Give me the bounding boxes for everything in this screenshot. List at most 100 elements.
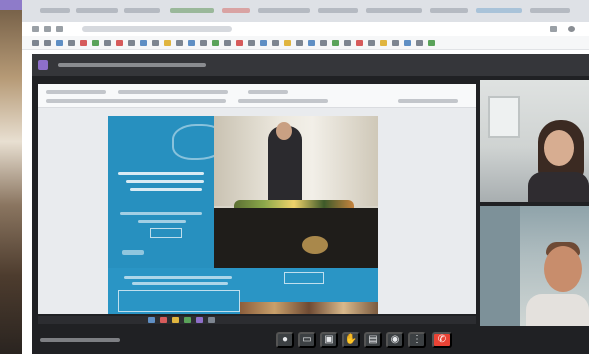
- bookmark-icon[interactable]: [404, 40, 411, 46]
- bookmark-icon[interactable]: [320, 40, 327, 46]
- bookmark-icon[interactable]: [428, 40, 435, 46]
- slide-footer-button: [284, 272, 324, 284]
- bookmark-icon[interactable]: [140, 40, 147, 46]
- video-table: [214, 208, 378, 268]
- call-controls-bar: ● ▭ ▣ ✋ ▤ ◉ ⋮ ✆: [32, 326, 589, 354]
- bookmark-icon[interactable]: [224, 40, 231, 46]
- shared-screen[interactable]: [38, 84, 476, 314]
- taskbar-app-icon: [160, 317, 167, 323]
- bookmark-icon[interactable]: [416, 40, 423, 46]
- reload-icon[interactable]: [56, 26, 63, 32]
- call-titlebar: [32, 54, 589, 76]
- bookmark-icon[interactable]: [164, 40, 171, 46]
- bookmark-icon[interactable]: [248, 40, 255, 46]
- forward-icon[interactable]: [44, 26, 51, 32]
- bookmark-icon[interactable]: [212, 40, 219, 46]
- bookmark-icon[interactable]: [128, 40, 135, 46]
- back-icon[interactable]: [32, 26, 39, 32]
- bookmark-icon[interactable]: [380, 40, 387, 46]
- people-button[interactable]: ◉: [386, 332, 404, 348]
- taskbar-app-icon: [208, 317, 215, 323]
- address-bar-row: [22, 22, 589, 36]
- bookmark-icon[interactable]: [344, 40, 351, 46]
- bookmark-icon[interactable]: [116, 40, 123, 46]
- slide-footer-line: [124, 276, 232, 279]
- raise-hand-button[interactable]: ✋: [342, 332, 360, 348]
- participant-tile[interactable]: [480, 80, 589, 202]
- browser-tab[interactable]: [430, 8, 468, 13]
- end-call-button[interactable]: ✆: [432, 332, 452, 348]
- bookmark-icon[interactable]: [356, 40, 363, 46]
- browser-tab[interactable]: [124, 8, 160, 13]
- participant-face: [544, 246, 582, 292]
- people-icon: ◉: [390, 334, 400, 345]
- browser-tab[interactable]: [366, 8, 422, 13]
- bookmark-icon[interactable]: [260, 40, 267, 46]
- participant-body: [526, 294, 589, 326]
- browser-tab[interactable]: [476, 8, 522, 13]
- bookmark-icon[interactable]: [188, 40, 195, 46]
- bookmark-icon[interactable]: [176, 40, 183, 46]
- browser-tab[interactable]: [222, 8, 250, 13]
- slide-heading-line: [130, 188, 202, 191]
- toolbar-placeholder: [46, 90, 106, 94]
- browser-tab[interactable]: [76, 8, 118, 13]
- participant-body: [528, 172, 589, 202]
- browser-tab[interactable]: [530, 8, 570, 13]
- slide-video-frame: [214, 116, 378, 268]
- bookmark-icon[interactable]: [284, 40, 291, 46]
- call-window-title: [58, 63, 206, 67]
- bookmark-icon[interactable]: [152, 40, 159, 46]
- browser-tab[interactable]: [170, 8, 214, 13]
- chat-button[interactable]: ▤: [364, 332, 382, 348]
- chat-icon: ▤: [368, 334, 378, 345]
- browser-tab[interactable]: [40, 8, 70, 13]
- taskbar-app-icon: [184, 317, 191, 323]
- more-icon: ⋮: [412, 334, 422, 345]
- bookmark-icon[interactable]: [368, 40, 375, 46]
- bookmark-icon[interactable]: [68, 40, 75, 46]
- bookmark-icon[interactable]: [80, 40, 87, 46]
- share-screen-icon: ▣: [324, 334, 334, 345]
- bookmark-icon[interactable]: [392, 40, 399, 46]
- video-call-app-icon: [38, 60, 48, 70]
- slide-footer-box: [118, 290, 240, 312]
- bookmark-icon[interactable]: [56, 40, 63, 46]
- share-screen-button[interactable]: ▣: [320, 332, 338, 348]
- slide-heading-line: [118, 172, 204, 175]
- extension-icon[interactable]: [550, 26, 557, 32]
- camera-button[interactable]: ▭: [298, 332, 316, 348]
- slide-thumbnail-strip: [240, 302, 378, 314]
- bookmark-icon[interactable]: [200, 40, 207, 46]
- toolbar-placeholder: [238, 99, 328, 103]
- presenter-head: [276, 122, 292, 140]
- bookmark-icon[interactable]: [332, 40, 339, 46]
- bookmark-icon[interactable]: [104, 40, 111, 46]
- participant-background: [480, 206, 520, 326]
- more-options-button[interactable]: ⋮: [408, 332, 426, 348]
- browser-tab[interactable]: [258, 8, 310, 13]
- bookmark-icon[interactable]: [236, 40, 243, 46]
- browser-tab[interactable]: [318, 8, 358, 13]
- background-photo: [0, 0, 22, 354]
- background-accent: [0, 0, 22, 10]
- toolbar-placeholder: [46, 99, 226, 103]
- bookmark-icon[interactable]: [44, 40, 51, 46]
- participant-background-window: [488, 96, 520, 138]
- address-input[interactable]: [82, 26, 232, 32]
- bookmark-icon[interactable]: [92, 40, 99, 46]
- profile-icon[interactable]: [568, 26, 575, 32]
- mic-button[interactable]: ●: [276, 332, 294, 348]
- bookmark-icon[interactable]: [308, 40, 315, 46]
- bookmark-icon[interactable]: [272, 40, 279, 46]
- bookmark-icon[interactable]: [32, 40, 39, 46]
- bookmark-icon[interactable]: [296, 40, 303, 46]
- pot-graphic: [302, 236, 328, 254]
- toolbar-placeholder: [248, 90, 288, 94]
- toolbar-placeholder: [118, 90, 228, 94]
- slide-logo-mark: [122, 250, 144, 255]
- participant-tile[interactable]: [480, 206, 589, 326]
- video-call-window: ● ▭ ▣ ✋ ▤ ◉ ⋮ ✆: [32, 54, 589, 354]
- taskbar-app-icon: [172, 317, 179, 323]
- shared-doc-canvas: [38, 108, 476, 314]
